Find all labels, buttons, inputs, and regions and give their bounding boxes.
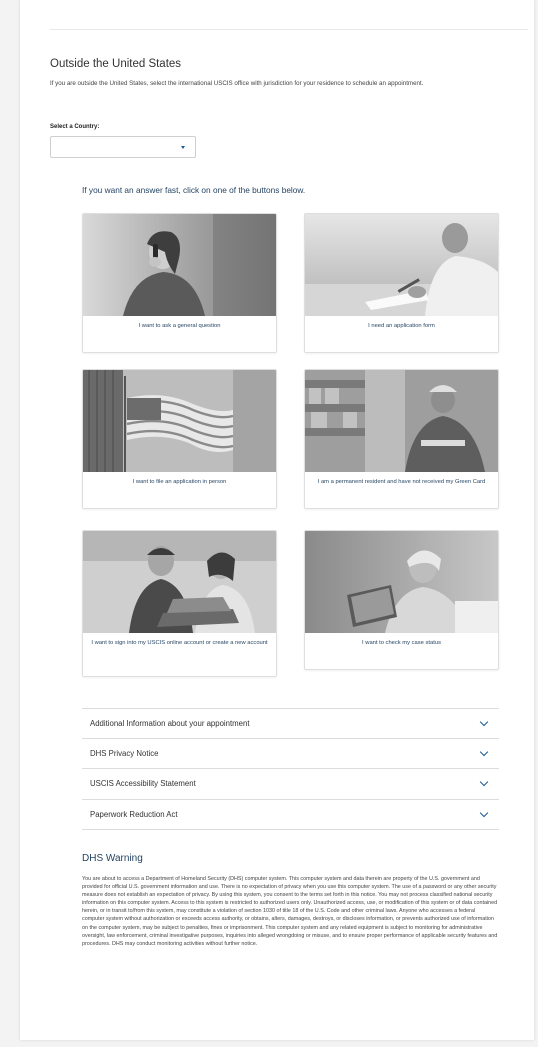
warehouse-worker-photo <box>305 370 498 472</box>
dhs-warning-text: You are about to access a Department of … <box>82 876 498 947</box>
card-label: I am a permanent resident and have not r… <box>317 479 486 485</box>
accordion-title: Paperwork Reduction Act <box>90 810 178 819</box>
dhs-warning-title: DHS Warning <box>82 853 143 864</box>
accordion-paperwork-reduction[interactable]: Paperwork Reduction Act <box>82 799 499 829</box>
card-label: I want to file an application in person <box>132 479 227 485</box>
card-label: I want to sign into my USCIS online acco… <box>91 640 268 646</box>
woman-on-phone-photo <box>83 214 276 316</box>
card-label: I need an application form <box>368 323 435 329</box>
country-select-label: Select a Country: <box>50 124 100 130</box>
accordion-title: DHS Privacy Notice <box>90 749 159 758</box>
chevron-down-icon[interactable] <box>479 777 489 787</box>
country-select[interactable] <box>50 136 196 158</box>
card-green-card[interactable]: I am a permanent resident and have not r… <box>304 369 499 509</box>
woman-with-tablet-photo <box>305 531 498 633</box>
accordion-privacy-notice[interactable]: DHS Privacy Notice <box>82 738 499 768</box>
card-general-question[interactable]: I want to ask a general question <box>82 213 277 353</box>
divider <box>50 29 528 30</box>
card-online-account[interactable]: I want to sign into my USCIS online acco… <box>82 530 277 677</box>
chevron-down-icon[interactable] <box>479 747 489 757</box>
card-case-status[interactable]: I want to check my case status <box>304 530 499 670</box>
accordion-additional-info[interactable]: Additional Information about your appoin… <box>82 708 499 738</box>
people-at-laptop-photo <box>83 531 276 633</box>
card-application-form[interactable]: I need an application form <box>304 213 499 353</box>
american-flag-photo <box>83 370 276 472</box>
card-label: I want to ask a general question <box>138 323 221 329</box>
accordion-title: USCIS Accessibility Statement <box>90 779 196 788</box>
section-description: If you are outside the United States, se… <box>50 80 424 87</box>
caret-down-icon <box>181 146 185 149</box>
divider <box>82 829 499 830</box>
chevron-down-icon[interactable] <box>479 808 489 818</box>
card-label: I want to check my case status <box>362 640 441 646</box>
accordion-title: Additional Information about your appoin… <box>90 719 250 728</box>
fast-answer-heading: If you want an answer fast, click on one… <box>82 185 306 195</box>
chevron-down-icon[interactable] <box>479 717 489 727</box>
section-title: Outside the United States <box>50 58 182 70</box>
man-writing-photo <box>305 214 498 316</box>
page-content: Outside the United States If you are out… <box>20 0 534 1040</box>
card-file-in-person[interactable]: I want to file an application in person <box>82 369 277 509</box>
accordion-accessibility[interactable]: USCIS Accessibility Statement <box>82 768 499 798</box>
